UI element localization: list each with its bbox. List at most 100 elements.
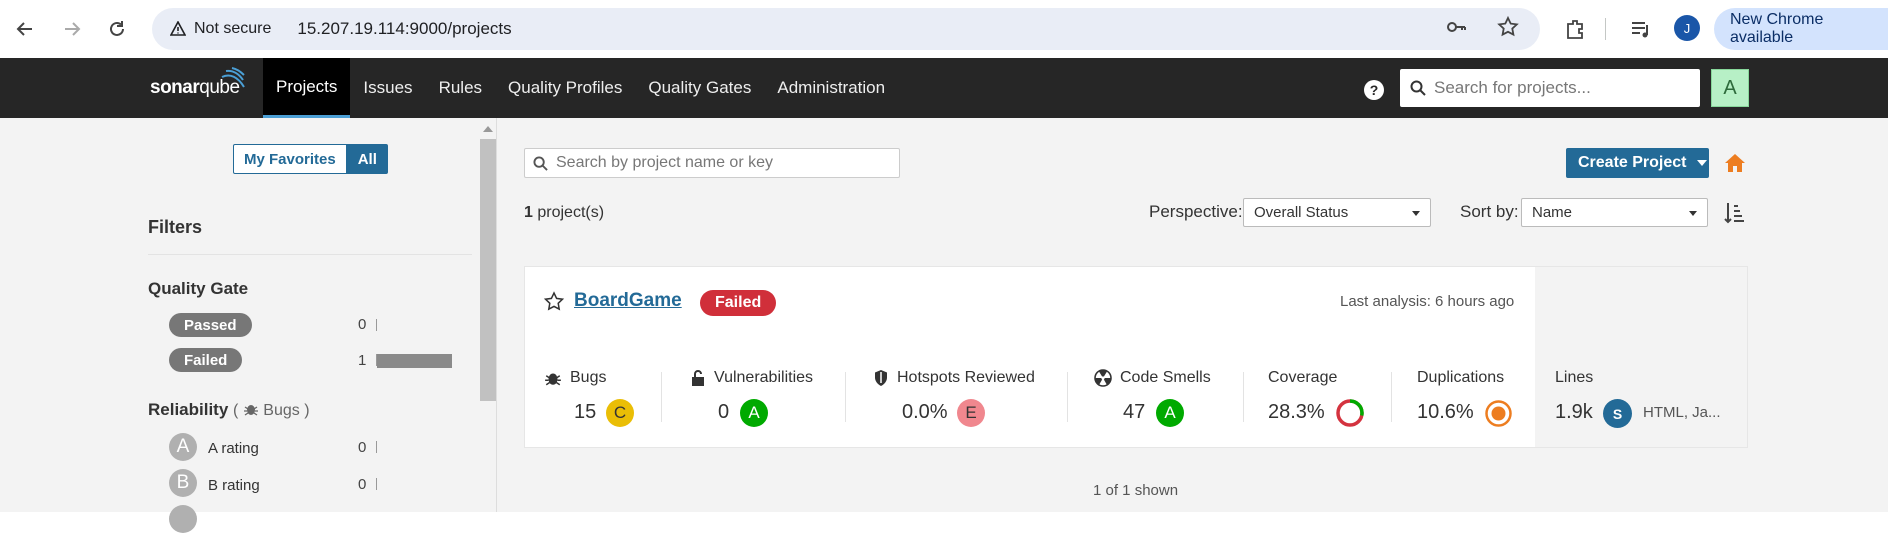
bugs-label: Bugs — [570, 369, 607, 386]
passed-bar — [376, 319, 377, 331]
failed-filter[interactable]: Failed — [169, 348, 243, 372]
media-queue-icon[interactable] — [1626, 14, 1656, 44]
sonarqube-logo[interactable]: sonarqube — [150, 67, 245, 99]
address-bar[interactable]: Not secure 15.207.19.114:9000/projects — [152, 8, 1540, 50]
size-rating-badge: S — [1603, 399, 1632, 428]
code-smells-rating[interactable]: A — [1156, 399, 1184, 427]
shield-icon — [875, 370, 887, 386]
warning-icon — [170, 21, 186, 36]
passed-filter[interactable]: Passed — [169, 313, 252, 337]
duplications-metric-label[interactable]: Duplications — [1417, 369, 1504, 387]
forward-icon[interactable] — [57, 14, 87, 44]
bugs-rating[interactable]: C — [606, 399, 634, 427]
logo-waves-icon — [221, 67, 245, 88]
reliability-title: Reliability ( Bugs ) — [148, 400, 310, 420]
vulnerabilities-label: Vulnerabilities — [714, 369, 814, 386]
nav-administration[interactable]: Administration — [764, 58, 898, 118]
project-search[interactable] — [524, 148, 900, 178]
toolbar-separator — [1605, 18, 1606, 40]
b-rating-bar — [376, 478, 377, 490]
a-rating-count: 0 — [358, 439, 367, 456]
b-rating-icon: B — [169, 469, 197, 497]
metric-separator — [845, 372, 846, 422]
hotspots-value[interactable]: 0.0% — [902, 401, 948, 424]
nav-rules[interactable]: Rules — [426, 58, 495, 118]
quality-gate-title: Quality Gate — [148, 279, 249, 298]
sort-direction-icon[interactable] — [1724, 201, 1746, 225]
favorite-star-icon[interactable] — [543, 291, 565, 313]
project-search-input[interactable] — [556, 154, 886, 172]
logo-text-bold: sonar — [150, 77, 200, 98]
create-project-button[interactable]: Create Project — [1566, 148, 1709, 178]
hotspots-rating[interactable]: E — [957, 399, 985, 427]
hotspots-label: Hotspots Reviewed — [897, 369, 1035, 386]
user-avatar[interactable]: A — [1711, 69, 1749, 107]
a-rating-bar — [376, 441, 377, 453]
code-smells-metric-label[interactable]: Code Smells — [1094, 369, 1211, 387]
bugs-label: Bugs — [263, 402, 300, 419]
quality-gate-status-badge: Failed — [700, 290, 777, 316]
chevron-down-icon — [1696, 160, 1707, 166]
search-icon — [533, 155, 548, 171]
global-search-input[interactable] — [1434, 78, 1684, 98]
last-analysis-text: Last analysis: 6 hours ago — [1340, 293, 1515, 310]
radiation-icon — [1094, 369, 1112, 387]
favorites-toggle: My Favorites All — [233, 144, 388, 174]
duplications-label: Duplications — [1417, 369, 1505, 386]
sort-value: Name — [1532, 204, 1573, 221]
duplications-indicator[interactable] — [1484, 399, 1513, 428]
nav-quality-gates[interactable]: Quality Gates — [635, 58, 764, 118]
extensions-icon[interactable] — [1560, 14, 1590, 44]
nav-issues[interactable]: Issues — [350, 58, 425, 118]
code-smells-label: Code Smells — [1120, 369, 1211, 386]
lines-metric-label: Lines — [1555, 369, 1593, 387]
metric-separator — [1391, 372, 1392, 422]
vulnerabilities-metric-label[interactable]: Vulnerabilities — [690, 369, 813, 387]
profile-avatar[interactable]: J — [1674, 15, 1700, 41]
code-smells-value[interactable]: 47 — [1123, 401, 1145, 424]
key-icon[interactable] — [1444, 15, 1468, 44]
bugs-value[interactable]: 15 — [574, 401, 596, 424]
sort-select[interactable]: Name — [1521, 198, 1708, 227]
nav-quality-profiles[interactable]: Quality Profiles — [495, 58, 635, 118]
all-button[interactable]: All — [346, 144, 388, 174]
back-icon[interactable] — [10, 14, 40, 44]
c-rating-icon — [169, 505, 197, 533]
failed-bar[interactable] — [377, 354, 452, 368]
project-name-link[interactable]: BoardGame — [574, 290, 682, 312]
global-search[interactable] — [1400, 69, 1700, 107]
a-rating-filter[interactable]: A rating — [208, 440, 259, 457]
bug-icon — [243, 405, 258, 416]
sidebar-scrollbar[interactable] — [480, 139, 496, 401]
coverage-metric-label[interactable]: Coverage — [1268, 369, 1337, 387]
home-icon[interactable] — [1724, 152, 1746, 174]
url-text[interactable]: 15.207.19.114:9000/projects — [297, 19, 511, 39]
bugs-metric-label[interactable]: Bugs — [544, 369, 606, 387]
b-rating-filter[interactable]: B rating — [208, 477, 260, 494]
chevron-down-icon — [1689, 211, 1697, 216]
filters-title: Filters — [148, 217, 203, 237]
security-chip[interactable]: Not secure — [160, 14, 283, 44]
nav-projects[interactable]: Projects — [263, 58, 351, 118]
new-chrome-button[interactable]: New Chrome available — [1714, 8, 1888, 50]
bug-icon — [545, 373, 561, 386]
lines-value[interactable]: 1.9k — [1555, 401, 1593, 424]
close-paren: ) — [304, 402, 310, 419]
vulnerabilities-value[interactable]: 0 — [718, 401, 729, 424]
project-count-suffix: project(s) — [537, 204, 605, 221]
create-project-label: Create Project — [1578, 154, 1687, 171]
perspective-value: Overall Status — [1254, 204, 1349, 221]
coverage-value[interactable]: 28.3% — [1268, 401, 1325, 424]
search-icon — [1410, 80, 1426, 96]
reload-icon[interactable] — [102, 14, 132, 44]
vulnerabilities-rating[interactable]: A — [740, 399, 768, 427]
coverage-donut[interactable] — [1335, 398, 1365, 428]
lines-label: Lines — [1555, 369, 1594, 386]
my-favorites-button[interactable]: My Favorites — [233, 144, 347, 174]
hotspots-metric-label[interactable]: Hotspots Reviewed — [873, 369, 1035, 387]
scroll-up-arrow[interactable] — [483, 126, 493, 132]
perspective-select[interactable]: Overall Status — [1243, 198, 1431, 227]
duplications-value[interactable]: 10.6% — [1417, 401, 1474, 424]
help-icon[interactable]: ? — [1364, 80, 1384, 100]
bookmark-star-icon[interactable] — [1496, 15, 1520, 44]
